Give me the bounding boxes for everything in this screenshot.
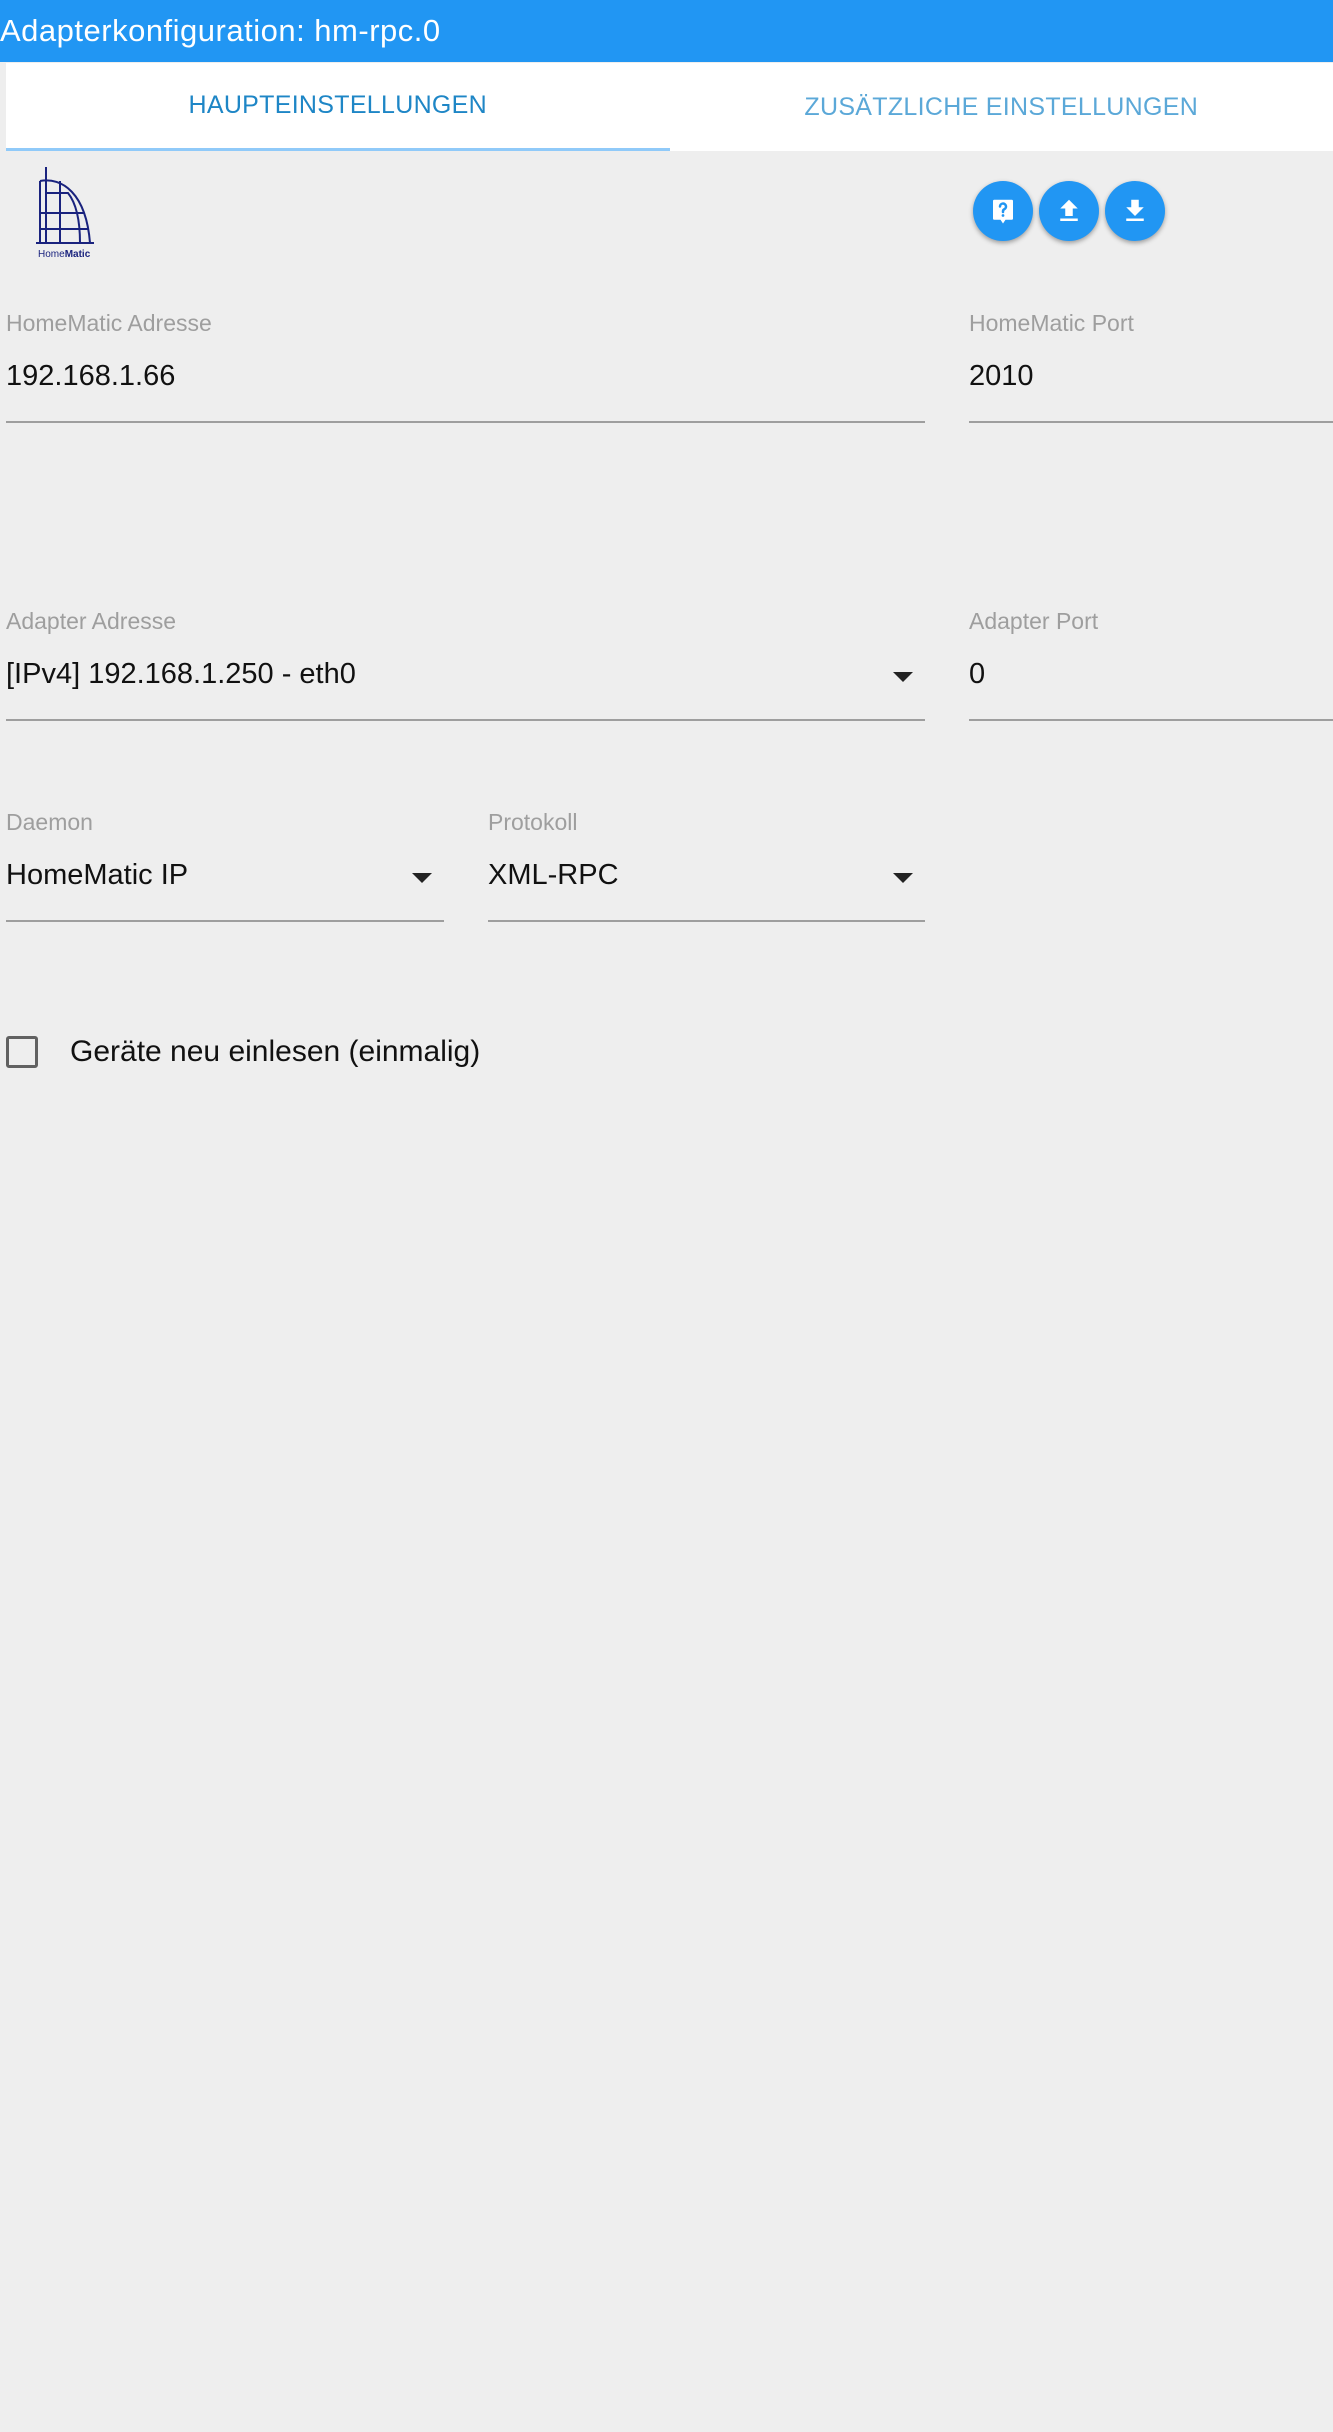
protocol-value[interactable]: XML-RPC: [488, 859, 619, 892]
help-icon: [993, 199, 1013, 224]
homematic-address-field[interactable]: HomeMatic Adresse 192.168.1.66: [6, 310, 925, 426]
adapter-address-value[interactable]: [IPv4] 192.168.1.250 - eth0: [6, 658, 356, 691]
homematic-port-underline: [969, 421, 1333, 423]
download-icon: [1126, 199, 1144, 221]
adapter-address-underline: [6, 719, 925, 721]
download-button[interactable]: [1105, 181, 1165, 241]
homematic-address-label: HomeMatic Adresse: [6, 310, 212, 336]
chevron-down-icon[interactable]: [893, 873, 913, 883]
daemon-value[interactable]: HomeMatic IP: [6, 859, 188, 892]
homematic-port-field[interactable]: HomeMatic Port 2010: [969, 310, 1333, 426]
adapter-address-label: Adapter Adresse: [6, 608, 177, 634]
daemon-label: Daemon: [6, 809, 93, 835]
adapter-port-underline: [969, 719, 1333, 721]
reload-devices-checkbox[interactable]: [6, 1036, 38, 1068]
adapter-port-input[interactable]: 0: [969, 658, 985, 691]
adapter-port-label: Adapter Port: [969, 608, 1099, 634]
homematic-address-input[interactable]: 192.168.1.66: [6, 360, 175, 393]
reload-devices-option[interactable]: Geräte neu einlesen (einmalig): [6, 1030, 480, 1074]
adapter-port-field[interactable]: Adapter Port 0: [969, 608, 1333, 724]
tab-bar: HAUPTEINSTELLUNGEN ZUSÄTZLICHE EINSTELLU…: [6, 63, 1333, 151]
help-button[interactable]: [973, 181, 1033, 241]
protocol-underline: [488, 920, 925, 922]
adapter-address-select[interactable]: Adapter Adresse [IPv4] 192.168.1.250 - e…: [6, 608, 925, 724]
homematic-port-input[interactable]: 2010: [969, 360, 1034, 393]
tab-additional-settings[interactable]: ZUSÄTZLICHE EINSTELLUNGEN: [670, 63, 1333, 151]
chevron-down-icon[interactable]: [412, 873, 432, 883]
page-title: Adapterkonfiguration: hm-rpc.0: [0, 0, 1333, 62]
homematic-port-label: HomeMatic Port: [969, 310, 1134, 336]
homematic-logo: HomeMatic: [32, 163, 98, 260]
protocol-select[interactable]: Protokoll XML-RPC: [488, 809, 925, 925]
reload-devices-label: Geräte neu einlesen (einmalig): [70, 1035, 481, 1068]
tab-main-settings[interactable]: HAUPTEINSTELLUNGEN: [6, 63, 670, 151]
homematic-address-underline: [6, 421, 925, 423]
svg-text:HomeMatic: HomeMatic: [38, 249, 91, 259]
upload-button[interactable]: [1039, 181, 1099, 241]
upload-icon: [1060, 199, 1078, 221]
daemon-underline: [6, 920, 444, 922]
daemon-select[interactable]: Daemon HomeMatic IP: [6, 809, 444, 925]
chevron-down-icon[interactable]: [893, 672, 913, 682]
protocol-label: Protokoll: [488, 809, 578, 835]
